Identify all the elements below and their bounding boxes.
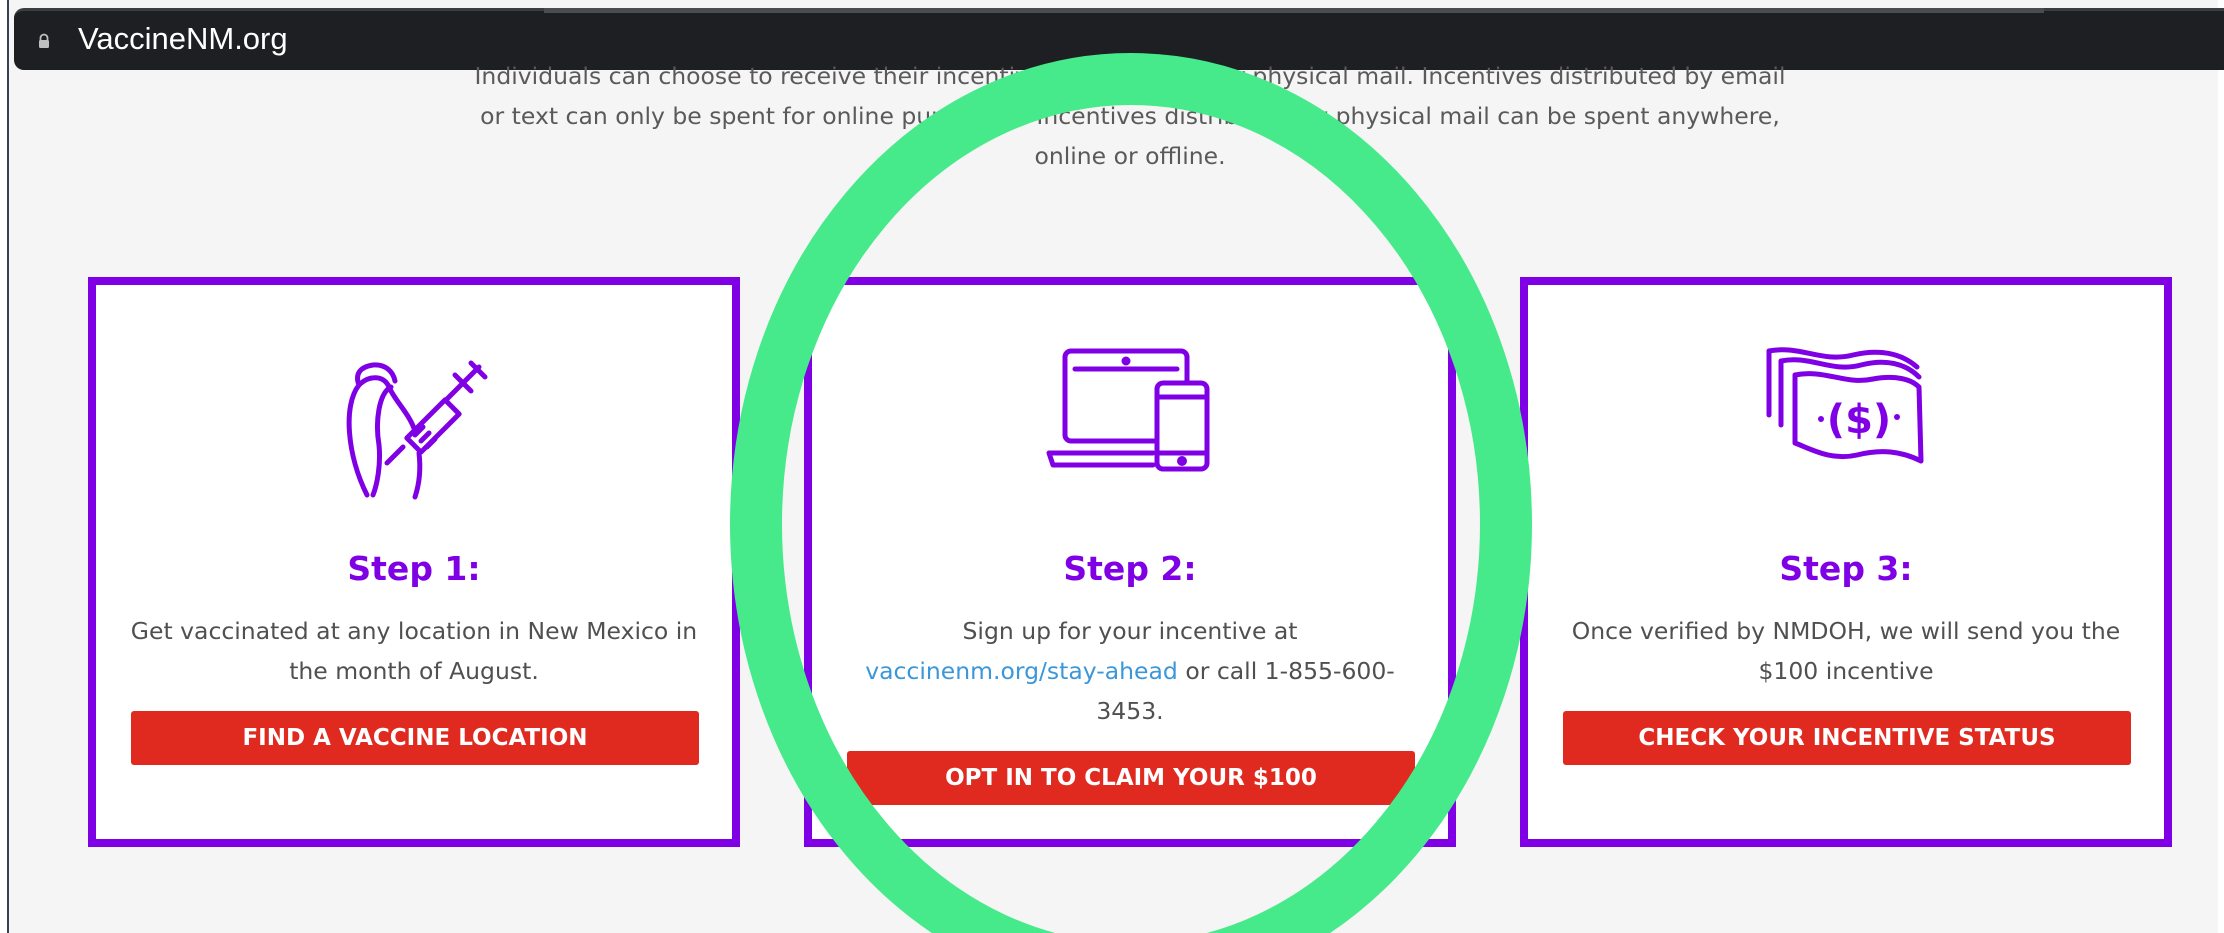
step-title: Step 3: (1779, 549, 1913, 588)
step-3-card: ($) Step 3: Once verified by NMDOH, we w… (1520, 277, 2172, 847)
url-text[interactable]: VaccineNM.org (78, 21, 288, 57)
intro-line: or text can only be spent for online pur… (480, 102, 1780, 130)
window-frame-right (2218, 0, 2224, 933)
step-description: Get vaccinated at any location in New Me… (130, 617, 698, 685)
stay-ahead-link[interactable]: vaccinenm.org/stay-ahead (865, 657, 1178, 685)
vaccine-arm-icon (346, 360, 488, 500)
step-description: Once verified by NMDOH, we will send you… (1571, 617, 2121, 685)
step-title: Step 2: (1063, 549, 1197, 588)
money-icon: ($) (1766, 347, 1924, 464)
window-frame-left (0, 0, 9, 933)
svg-text:($): ($) (1827, 397, 1891, 443)
intro-line: online or offline. (1034, 142, 1226, 170)
opt-in-claim-button[interactable]: OPT IN TO CLAIM YOUR $100 (847, 751, 1415, 805)
find-vaccine-location-button[interactable]: FIND A VACCINE LOCATION (131, 711, 699, 765)
check-incentive-status-button[interactable]: CHECK YOUR INCENTIVE STATUS (1563, 711, 2131, 765)
intro-line: Individuals can choose to receive their … (474, 62, 1786, 90)
devices-icon (1046, 348, 1210, 472)
step-text-prefix: Sign up for your incentive at (962, 617, 1298, 645)
step-description: Sign up for your incentive at vaccinenm.… (842, 611, 1418, 731)
step-1-card: Step 1: Get vaccinated at any location i… (88, 277, 740, 847)
lock-icon (39, 33, 49, 48)
intro-paragraph: Individuals can choose to receive their … (440, 56, 1820, 176)
step-title: Step 1: (347, 549, 481, 588)
step-2-card: Step 2: Sign up for your incentive at va… (804, 277, 1456, 847)
tab-strip-highlight (544, 8, 2044, 13)
